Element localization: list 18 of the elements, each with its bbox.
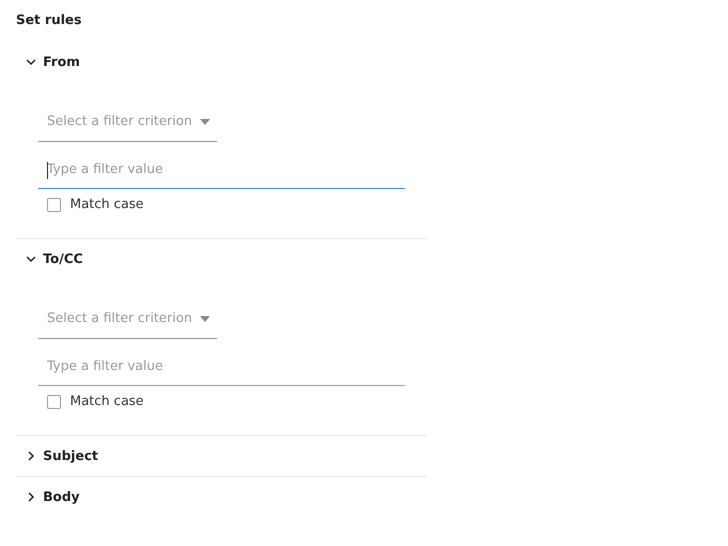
panel-title: Set rules <box>16 13 83 28</box>
dropdown-arrow-icon <box>200 118 210 124</box>
text-cursor-icon <box>47 162 48 179</box>
chevron-right-icon <box>26 492 36 502</box>
filter-value-field[interactable]: Type a filter value <box>38 348 405 386</box>
section-header[interactable]: From <box>16 42 80 82</box>
filter-value-field[interactable]: Type a filter value <box>38 151 405 189</box>
match-case-label: Match case <box>70 197 144 212</box>
chevron-down-icon <box>26 254 36 264</box>
match-case-label: Match case <box>70 394 144 409</box>
section-header[interactable]: Body <box>16 477 80 517</box>
chevron-down-icon <box>26 57 36 67</box>
match-case-checkbox[interactable] <box>47 198 61 212</box>
match-case-checkbox[interactable] <box>47 394 61 408</box>
dropdown-arrow-icon <box>200 316 210 322</box>
section-header[interactable]: To/CC <box>16 239 83 279</box>
section-header[interactable]: Subject <box>16 436 98 476</box>
chevron-right-icon <box>26 451 36 461</box>
